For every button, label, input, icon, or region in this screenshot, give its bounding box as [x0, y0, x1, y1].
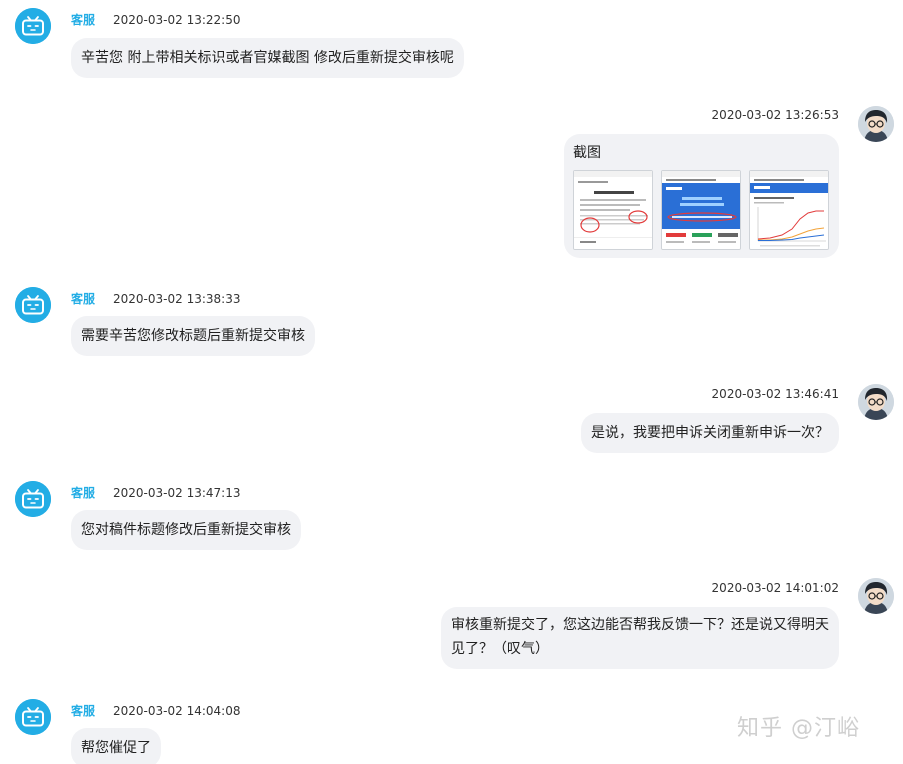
- person-avatar-icon: [858, 578, 894, 614]
- data-screenshot-image: [662, 171, 740, 249]
- message-meta: 客服 2020-03-02 13:22:50: [71, 11, 240, 28]
- message-time: 2020-03-02 14:04:08: [113, 704, 241, 718]
- message-meta: 客服 2020-03-02 14:04:08: [71, 702, 240, 719]
- message-meta: 客服 2020-03-02 13:47:13: [71, 484, 240, 501]
- tv-icon: [15, 699, 51, 735]
- bot-avatar: [15, 8, 51, 44]
- chart-screenshot-image: [750, 171, 828, 249]
- tv-icon: [15, 287, 51, 323]
- message-time: 2020-03-02 13:47:13: [113, 486, 241, 500]
- user-avatar: [858, 384, 894, 420]
- message-bubble: 是说，我要把申诉关闭重新申诉一次？: [581, 413, 839, 453]
- message-bubble: 需要辛苦您修改标题后重新提交审核: [71, 316, 315, 356]
- message-time: 2020-03-02 13:26:53: [711, 108, 839, 122]
- message-time: 2020-03-02 13:46:41: [711, 387, 839, 401]
- message-bubble: 您对稿件标题修改后重新提交审核: [71, 510, 301, 550]
- message-text-line: 审核重新提交了，您这边能否帮我反馈一下？还是说又得明天: [451, 617, 829, 633]
- message-text-line: 见了？（叹气）: [451, 641, 549, 657]
- message-bubble: 截图: [564, 134, 839, 258]
- bot-avatar: [15, 287, 51, 323]
- screenshot-thumbnail[interactable]: [573, 170, 653, 250]
- screenshot-thumbnail[interactable]: [749, 170, 829, 250]
- sender-name: 客服: [71, 486, 96, 500]
- message-text: 截图: [573, 145, 601, 161]
- screenshot-thumbnails: [573, 170, 829, 250]
- sender-name: 客服: [71, 704, 96, 718]
- user-avatar: [858, 106, 894, 142]
- message-bubble: 辛苦您 附上带相关标识或者官媒截图 修改后重新提交审核呢: [71, 38, 464, 78]
- message-time: 2020-03-02 13:38:33: [113, 292, 241, 306]
- person-avatar-icon: [858, 384, 894, 420]
- message-bubble: 帮您催促了: [71, 728, 161, 764]
- person-avatar-icon: [858, 106, 894, 142]
- message-bubble: 审核重新提交了，您这边能否帮我反馈一下？还是说又得明天 见了？（叹气）: [441, 607, 839, 669]
- user-avatar: [858, 578, 894, 614]
- sender-name: 客服: [71, 292, 96, 306]
- message-time: 2020-03-02 14:01:02: [711, 581, 839, 595]
- sender-name: 客服: [71, 13, 96, 27]
- article-screenshot-image: [574, 171, 652, 249]
- bot-avatar: [15, 699, 51, 735]
- message-meta: 客服 2020-03-02 13:38:33: [71, 290, 240, 307]
- tv-icon: [15, 8, 51, 44]
- bot-avatar: [15, 481, 51, 517]
- watermark: 知乎 @汀峪: [737, 716, 860, 741]
- tv-icon: [15, 481, 51, 517]
- screenshot-thumbnail[interactable]: [661, 170, 741, 250]
- message-time: 2020-03-02 13:22:50: [113, 13, 241, 27]
